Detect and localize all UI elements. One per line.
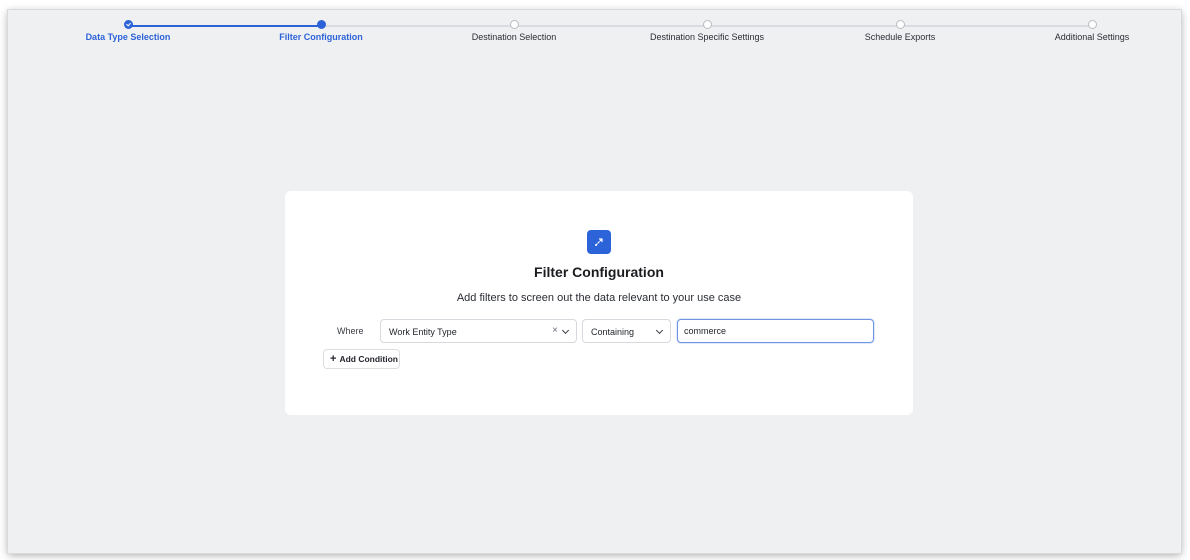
operator-select-value: Containing (591, 327, 635, 337)
step-schedule-exports[interactable]: Schedule Exports (800, 20, 1000, 42)
step-destination-specific-settings[interactable]: Destination Specific Settings (607, 20, 807, 42)
add-condition-button[interactable]: + Add Condition (323, 349, 400, 369)
step-pending-dot-icon (1087, 20, 1097, 29)
step-label: Schedule Exports (864, 32, 936, 42)
step-filter-configuration[interactable]: Filter Configuration (221, 20, 421, 42)
plus-icon: + (330, 352, 337, 365)
clear-icon[interactable]: × (552, 325, 558, 336)
condition-row: Where Work Entity Type × Containing (323, 319, 883, 343)
step-pending-dot-icon (895, 20, 905, 29)
where-label: Where (337, 326, 364, 336)
step-data-type-selection[interactable]: Data Type Selection (28, 20, 228, 42)
add-condition-label: Add Condition (339, 354, 398, 364)
card-subtitle: Add filters to screen out the data relev… (456, 292, 742, 304)
step-pending-dot-icon (702, 20, 712, 29)
step-destination-selection[interactable]: Destination Selection (414, 20, 614, 42)
filter-value-input[interactable] (677, 319, 874, 343)
step-additional-settings[interactable]: Additional Settings (992, 20, 1181, 42)
step-label: Data Type Selection (85, 32, 171, 42)
filter-configuration-card: Filter Configuration Add filters to scre… (285, 191, 913, 415)
chevron-down-icon[interactable] (561, 326, 570, 335)
step-complete-check-icon (123, 20, 133, 29)
card-title: Filter Configuration (534, 264, 664, 280)
filter-swap-icon (587, 230, 611, 254)
field-select-value: Work Entity Type (389, 327, 457, 337)
step-pending-dot-icon (509, 20, 519, 29)
app-window: Data Type Selection Filter Configuration… (8, 10, 1181, 553)
step-active-dot-icon (316, 20, 326, 29)
step-label: Destination Specific Settings (649, 32, 765, 42)
step-label: Filter Configuration (279, 32, 363, 42)
step-label: Destination Selection (471, 32, 557, 42)
operator-select[interactable]: Containing (582, 319, 671, 343)
step-label: Additional Settings (1054, 32, 1130, 42)
progress-stepper: Data Type Selection Filter Configuration… (8, 10, 1181, 55)
field-select[interactable]: Work Entity Type × (380, 319, 577, 343)
chevron-down-icon[interactable] (655, 326, 664, 335)
